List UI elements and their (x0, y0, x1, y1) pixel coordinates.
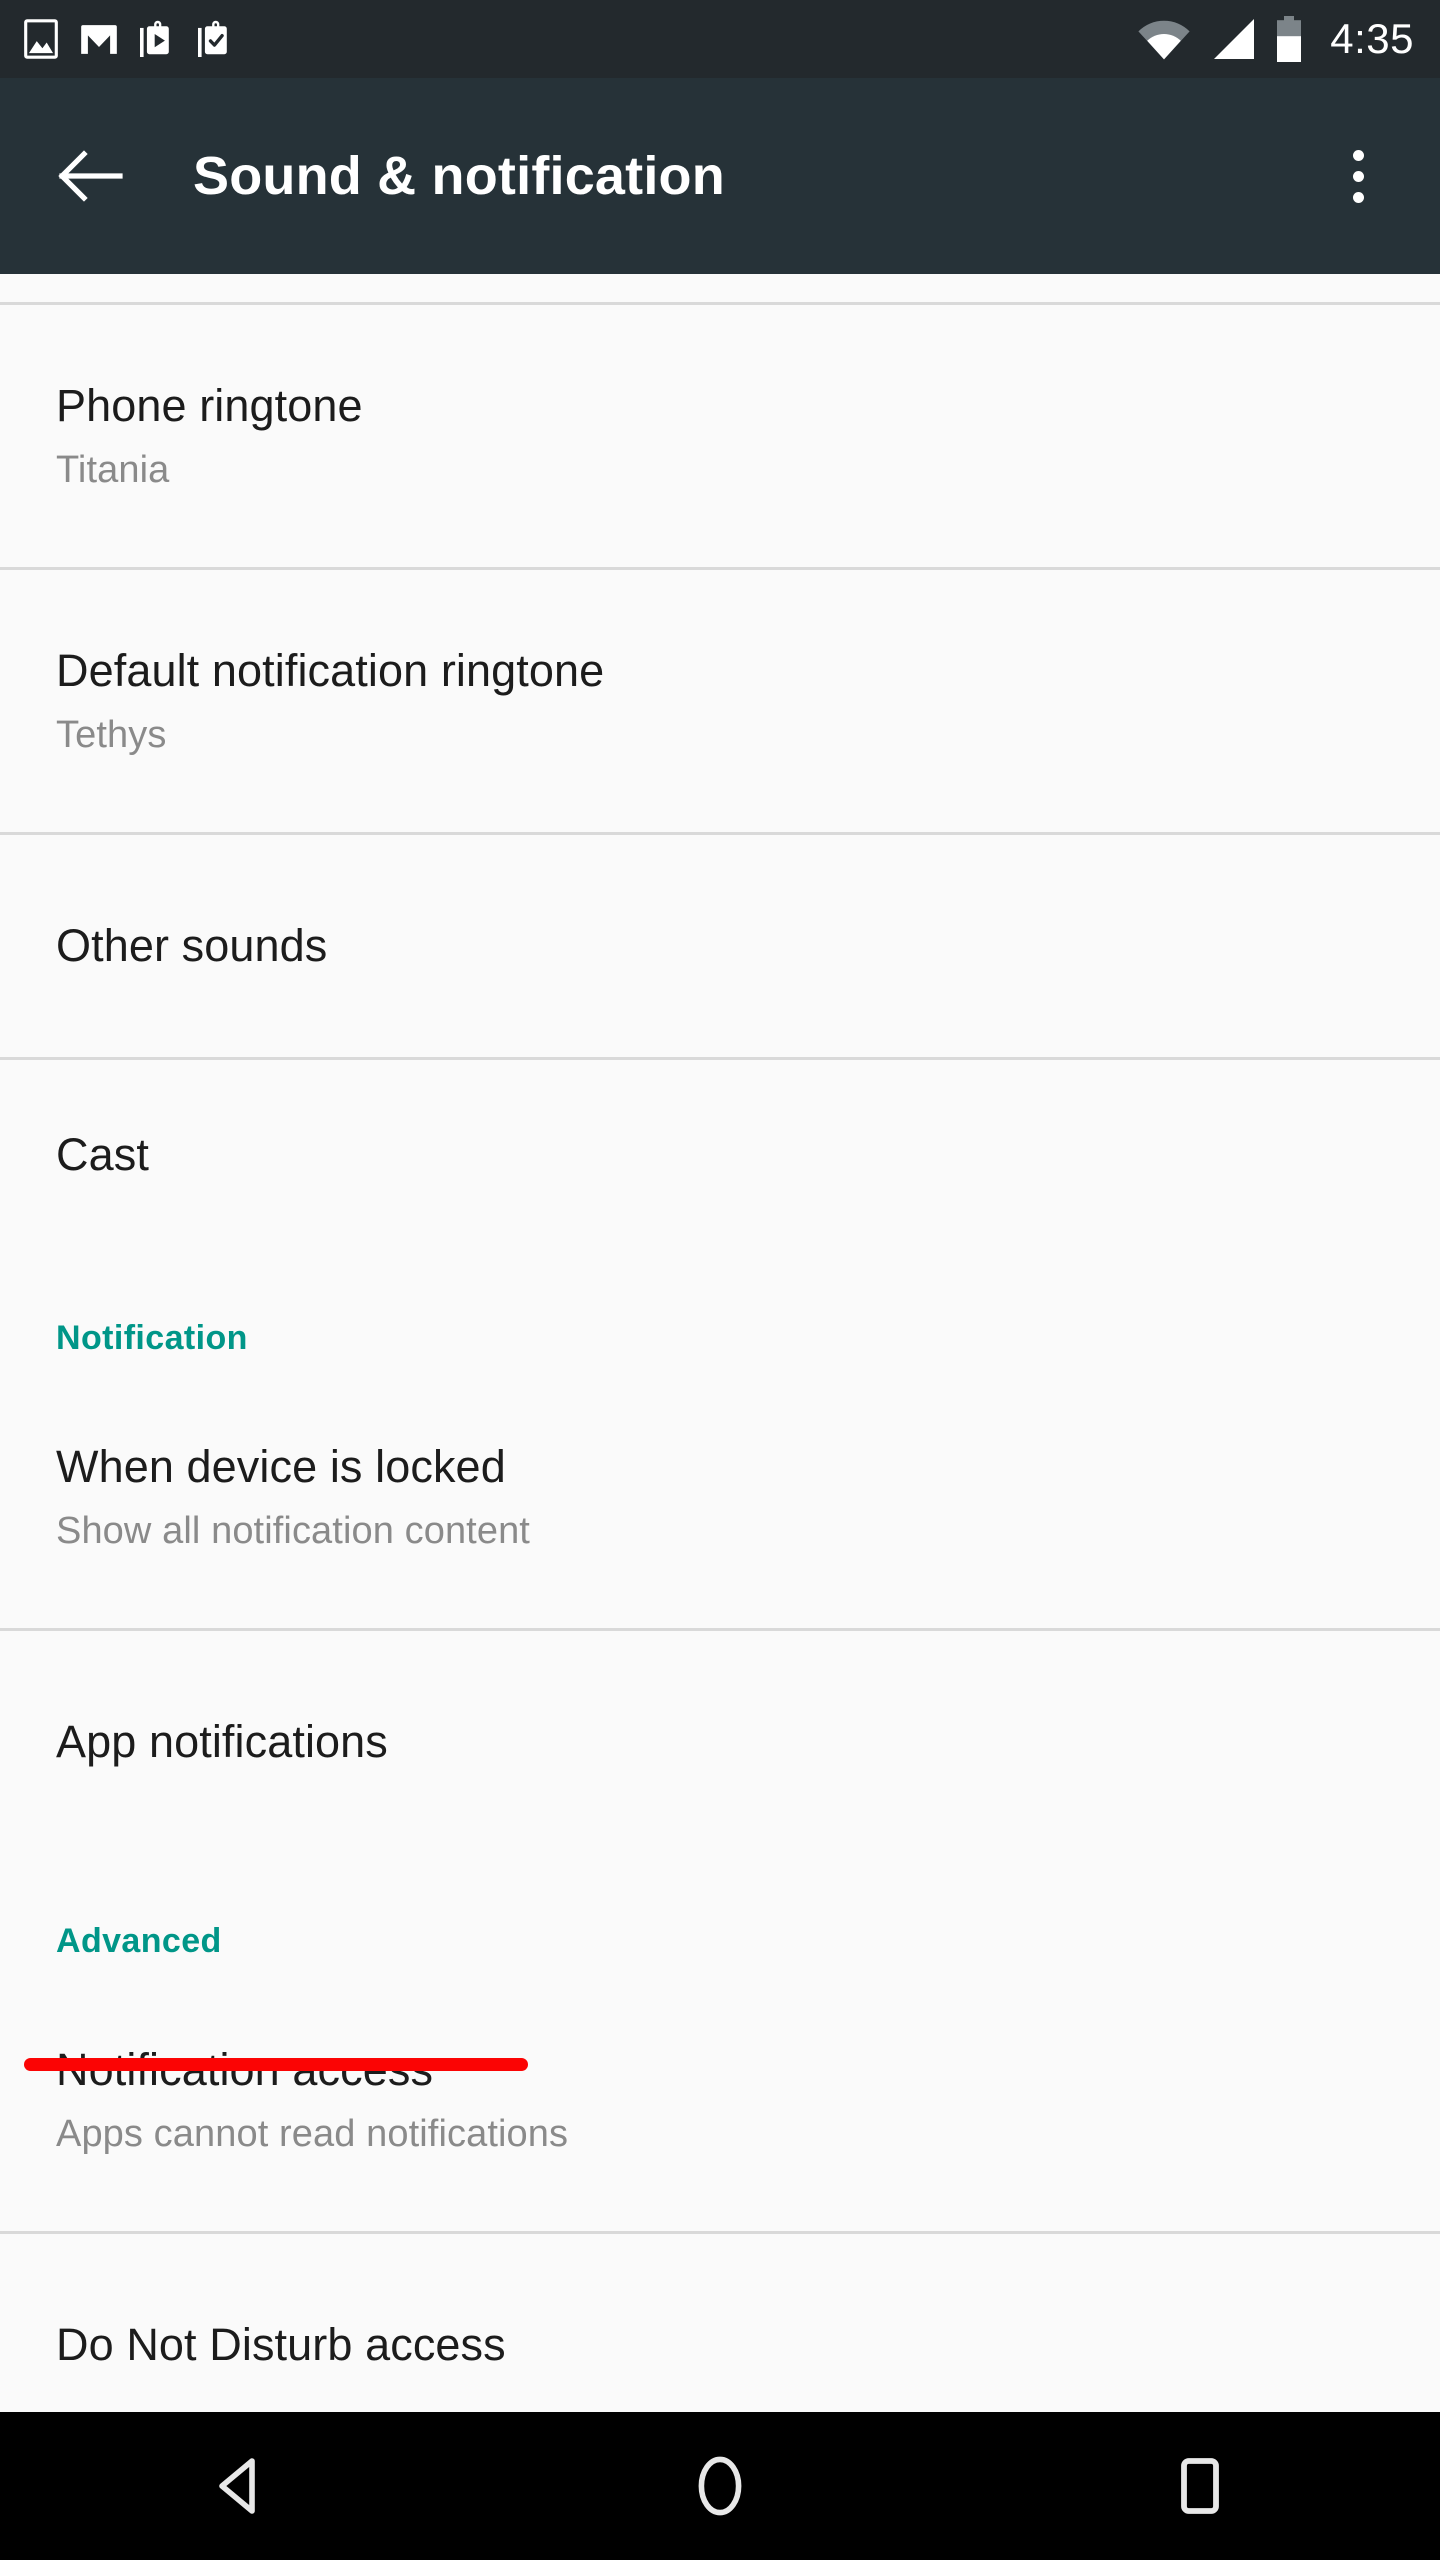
play-store-install-icon (140, 20, 169, 57)
section-header-label: Advanced (56, 1922, 222, 1960)
circle-home-icon (698, 2456, 742, 2516)
overflow-menu-button[interactable] (1316, 131, 1400, 221)
battery-icon (1277, 16, 1302, 62)
section-header-label: Notification (56, 1319, 248, 1357)
back-button[interactable] (46, 131, 136, 221)
setting-title: Default notification ringtone (56, 645, 605, 697)
cellular-signal-icon (1214, 19, 1255, 59)
setting-summary: Apps cannot read notifications (56, 2113, 569, 2156)
overflow-menu-icon (1352, 149, 1364, 161)
system-navigation-bar (0, 2412, 1440, 2560)
status-bar-system-icons: 4:35 (1136, 15, 1414, 63)
setting-row-do-not-disturb-access[interactable]: Do Not Disturb access (0, 2234, 1440, 2412)
setting-summary: Tethys (56, 714, 167, 757)
home-nav-button[interactable] (620, 2412, 820, 2560)
triangle-back-icon (219, 2458, 255, 2514)
settings-list[interactable]: Phone ringtone Titania Default notificat… (0, 274, 1440, 2412)
setting-row-app-notifications[interactable]: App notifications (0, 1631, 1440, 1853)
setting-title: When device is locked (56, 1441, 506, 1493)
section-header-advanced: Advanced (0, 1853, 1440, 1969)
setting-summary: Titania (56, 449, 170, 492)
setting-row-notification-access[interactable]: Notification access Apps cannot read not… (0, 1969, 1440, 2231)
setting-title: Phone ringtone (56, 380, 363, 432)
status-bar: 4:35 (0, 0, 1440, 78)
photos-icon (24, 19, 58, 59)
recents-nav-button[interactable] (1100, 2412, 1300, 2560)
overflow-menu-icon (1352, 191, 1364, 203)
overflow-menu-icon (1352, 170, 1364, 182)
setting-title: Cast (56, 1129, 149, 1181)
section-header-notification: Notification (0, 1250, 1440, 1366)
back-nav-button[interactable] (140, 2412, 340, 2560)
square-recents-icon (1181, 2458, 1219, 2514)
gmail-icon (81, 25, 117, 54)
back-arrow-icon (58, 150, 123, 202)
setting-title: Do Not Disturb access (56, 2319, 506, 2371)
page-title: Sound & notification (193, 146, 725, 206)
setting-row-cast[interactable]: Cast (0, 1060, 1440, 1250)
setting-row-other-sounds[interactable]: Other sounds (0, 835, 1440, 1057)
setting-row-when-device-is-locked[interactable]: When device is locked Show all notificat… (0, 1366, 1440, 1628)
setting-row-default-notification-ringtone[interactable]: Default notification ringtone Tethys (0, 570, 1440, 832)
setting-title: App notifications (56, 1716, 388, 1768)
setting-row-phone-ringtone[interactable]: Phone ringtone Titania (0, 305, 1440, 567)
wifi-icon (1138, 20, 1190, 60)
red-underline-highlight (24, 2058, 528, 2071)
install-complete-icon (198, 20, 227, 57)
phone-screen: 4:35 Sound & notification Phone ringtone… (0, 0, 1440, 2560)
status-bar-notification-icons (24, 19, 234, 59)
setting-summary: Show all notification content (56, 1510, 530, 1553)
status-bar-clock: 4:35 (1330, 15, 1414, 62)
list-top-spacer (0, 274, 1440, 302)
setting-title: Other sounds (56, 920, 328, 972)
app-bar: Sound & notification (0, 78, 1440, 274)
